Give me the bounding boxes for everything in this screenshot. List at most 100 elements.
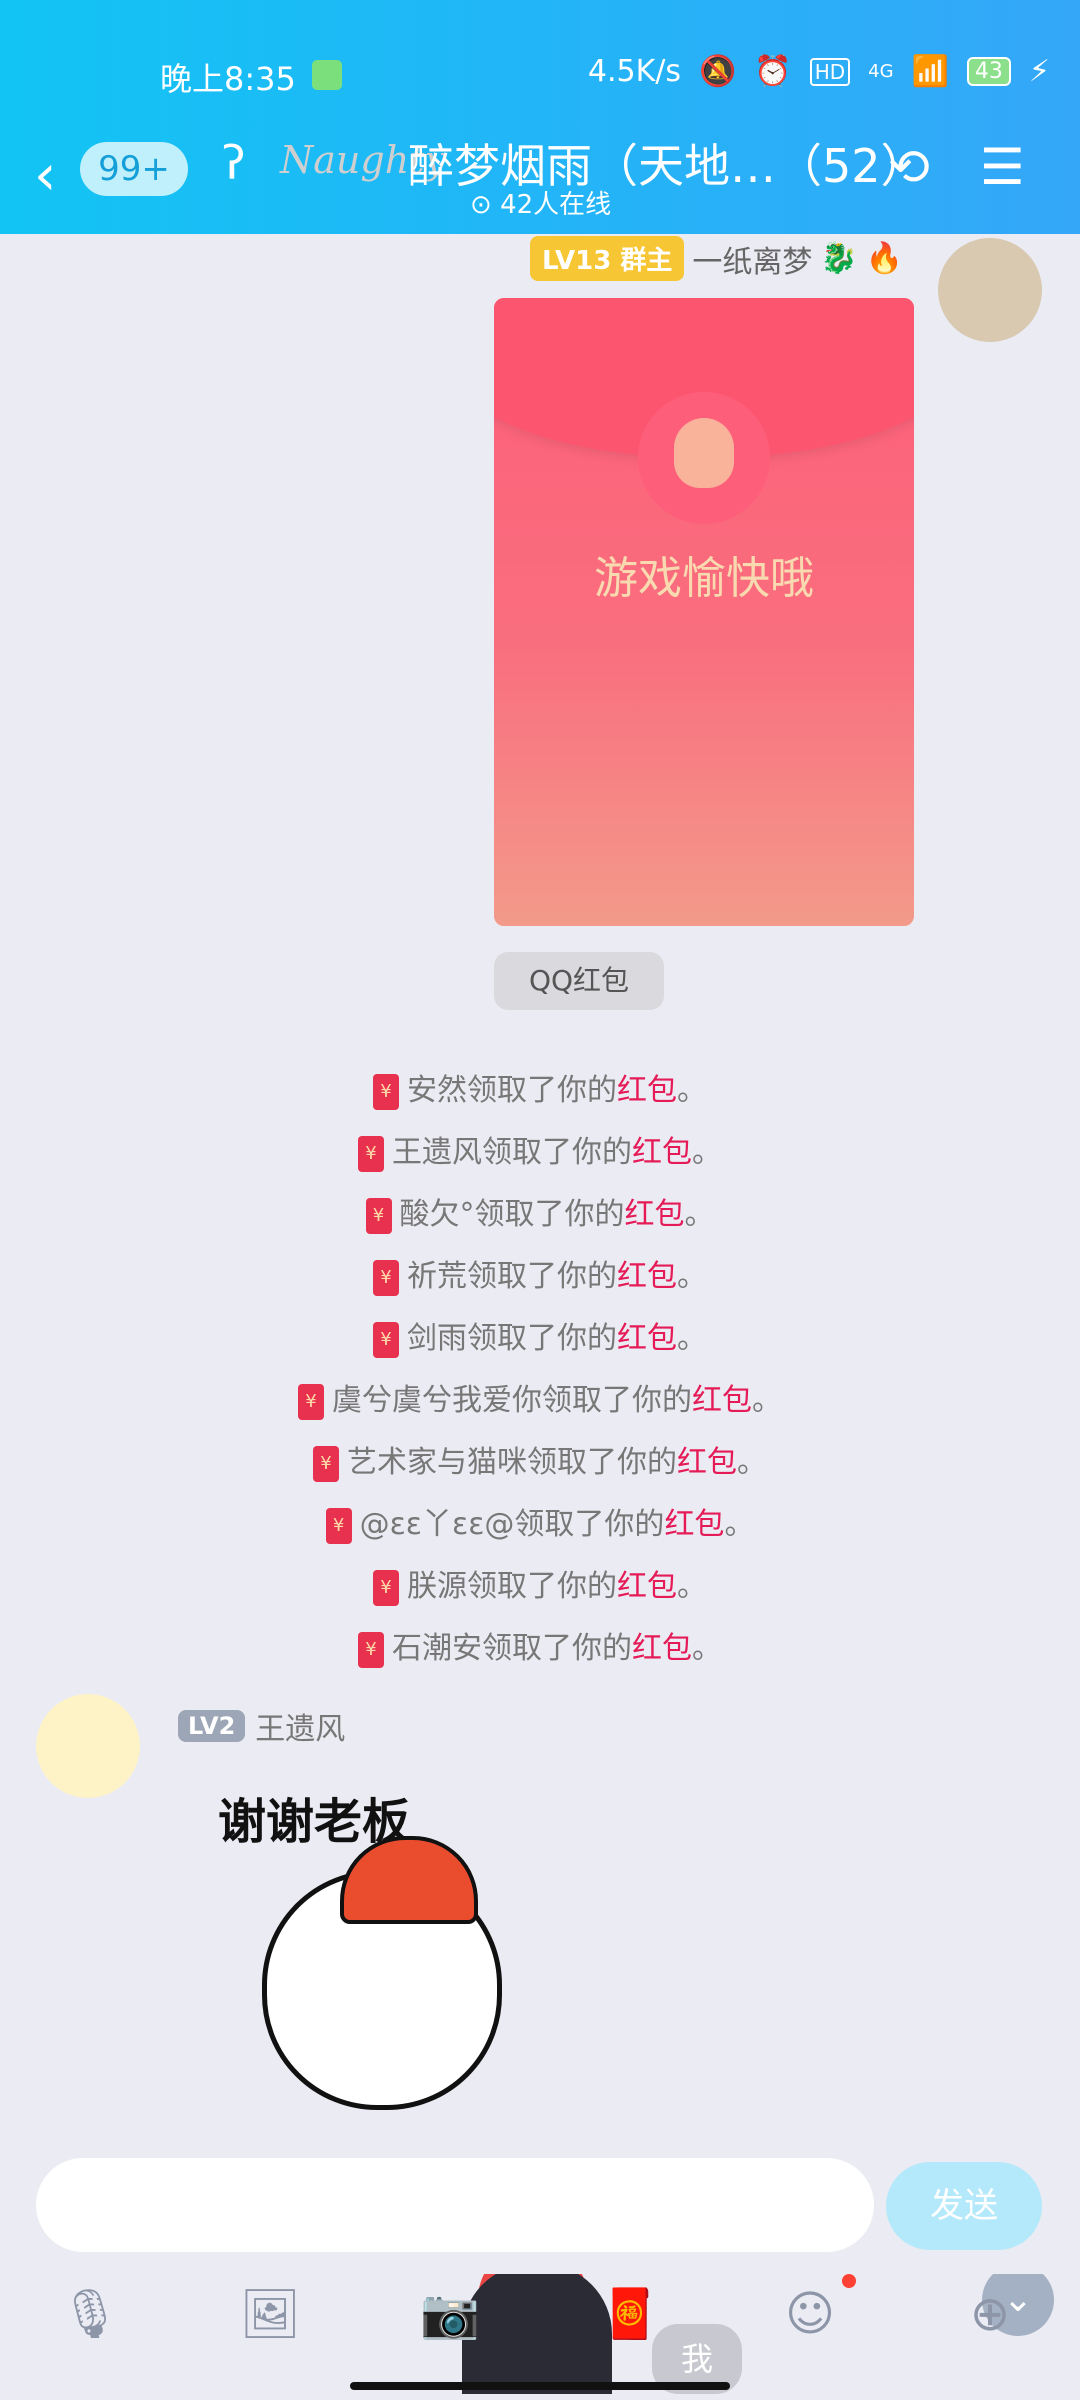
network-speed: 4.5K/s <box>587 54 681 89</box>
chat-area[interactable]: LV13 群主 一纸离梦 🐉 🔥 游戏愉快哦 QQ红包 ¥ 安然领取了你的红包。 … <box>0 234 1080 2394</box>
notice-text: 酸欠°领取了你的 <box>399 1197 625 1232</box>
notice-end: 。 <box>752 1383 782 1418</box>
notice-end: 。 <box>692 1631 722 1666</box>
chat-nav: ‹ 99+ ʔ Naughty 醉梦烟雨（天地…（52） ⊙ 42人在线 ⟲ ☰ <box>0 130 1080 230</box>
notice-end: 。 <box>692 1135 722 1170</box>
notice-link[interactable]: 红包 <box>625 1197 685 1232</box>
notice-text: @εε丫εε@领取了你的 <box>359 1507 665 1542</box>
red-packet-icon: ¥ <box>373 1321 399 1358</box>
notice-link[interactable]: 红包 <box>692 1383 752 1418</box>
camera-icon[interactable]: 📷 <box>410 2274 490 2354</box>
message-sender-bottom: LV2 王遗风 <box>178 1704 345 1748</box>
back-chevron-icon[interactable]: ‹ <box>34 148 56 204</box>
app-header: 晚上8:35 4.5K/s 🔕 ⏰ HD 4G 📶 43 ⚡ ‹ 99+ ʔ N… <box>0 0 1080 234</box>
input-bar: 发送 <box>0 2154 1080 2274</box>
notice-text: 虞兮虞兮我爱你领取了你的 <box>332 1383 692 1418</box>
notice-text: 艺术家与猫咪领取了你的 <box>347 1445 677 1480</box>
red-packet-icon: ¥ <box>313 1445 339 1482</box>
game-link-icon[interactable]: ⟲ <box>888 138 930 196</box>
claim-notice: ¥ @εε丫εε@领取了你的红包。 <box>0 1494 1080 1556</box>
status-right: 4.5K/s 🔕 ⏰ HD 4G 📶 43 ⚡ <box>588 54 1050 89</box>
menu-icon[interactable]: ☰ <box>980 138 1025 196</box>
red-packet-message[interactable]: 游戏愉快哦 <box>494 298 914 926</box>
penguin-icon <box>674 418 734 488</box>
sender-name[interactable]: 王遗风 <box>255 1704 345 1748</box>
microphone-icon[interactable]: 🎙 <box>50 2274 130 2354</box>
claim-notices: ¥ 安然领取了你的红包。 ¥ 王遗风领取了你的红包。 ¥ 酸欠°领取了你的红包。 ¥ 祈… <box>0 1060 1080 1680</box>
claim-notice: ¥ 剑雨领取了你的红包。 <box>0 1308 1080 1370</box>
red-packet-icon: ¥ <box>365 1197 392 1234</box>
fire-icon: 🔥 <box>865 241 904 276</box>
claim-notice: ¥ 祈荒领取了你的红包。 <box>0 1246 1080 1308</box>
notice-end: 。 <box>677 1259 707 1294</box>
claim-notice: ¥ 安然领取了你的红包。 <box>0 1060 1080 1122</box>
app-notification-icon <box>312 60 342 90</box>
claim-notice: ¥ 朕源领取了你的红包。 <box>0 1556 1080 1618</box>
claim-notice: ¥ 艺术家与猫咪领取了你的红包。 <box>0 1432 1080 1494</box>
sender-name[interactable]: 一纸离梦 <box>692 237 812 281</box>
notice-end: 。 <box>677 1073 707 1108</box>
notice-end: 。 <box>737 1445 767 1480</box>
mute-icon: 🔕 <box>698 54 737 89</box>
input-toolbar: 🎙 🖼 📷 🧧 ☺ ⊕ <box>0 2274 1080 2374</box>
red-packet-icon: ¥ <box>325 1507 352 1544</box>
status-time: 晚上8:35 <box>160 60 296 98</box>
ear-icon[interactable]: ʔ <box>222 136 245 190</box>
notice-end: 。 <box>677 1569 707 1604</box>
alarm-icon: ⏰ <box>754 54 792 89</box>
notice-link[interactable]: 红包 <box>617 1569 677 1604</box>
avatar[interactable] <box>938 238 1042 342</box>
online-count-label: 42人在线 <box>500 190 612 220</box>
red-packet-icon: ¥ <box>373 1569 399 1606</box>
notice-link[interactable]: 红包 <box>664 1507 724 1542</box>
notice-end: 。 <box>724 1507 755 1542</box>
red-packet-icon[interactable]: 🧧 <box>590 2274 670 2354</box>
message-input[interactable] <box>36 2158 874 2252</box>
claim-notice: ¥ 虞兮虞兮我爱你领取了你的红包。 <box>0 1370 1080 1432</box>
notice-text: 朕源领取了你的 <box>407 1569 617 1604</box>
level-badge: LV13 群主 <box>530 236 685 281</box>
notice-link[interactable]: 红包 <box>617 1259 677 1294</box>
image-icon[interactable]: 🖼 <box>230 2274 310 2354</box>
notice-end: 。 <box>684 1197 715 1232</box>
dragon-icon: 🐉 <box>820 241 858 276</box>
claim-notice: ¥ 王遗风领取了你的红包。 <box>0 1122 1080 1184</box>
battery-indicator: 43 <box>966 57 1011 86</box>
red-packet-icon: ¥ <box>373 1259 399 1296</box>
status-bar: 晚上8:35 4.5K/s 🔕 ⏰ HD 4G 📶 43 ⚡ <box>0 40 1080 110</box>
notice-link[interactable]: 红包 <box>632 1135 692 1170</box>
hd-icon: HD <box>809 57 851 86</box>
online-check-icon: ⊙ <box>470 190 492 220</box>
emoji-icon[interactable]: ☺ <box>770 2274 850 2354</box>
notice-text: 祈荒领取了你的 <box>407 1259 617 1294</box>
red-packet-icon: ¥ <box>358 1135 384 1172</box>
notice-text: 石潮安领取了你的 <box>392 1631 632 1666</box>
home-indicator[interactable] <box>350 2382 730 2390</box>
red-packet-text: 游戏愉快哦 <box>594 553 814 604</box>
level-badge: LV2 <box>178 1710 246 1742</box>
charging-icon: ⚡ <box>1028 54 1050 89</box>
notice-link[interactable]: 红包 <box>677 1445 737 1480</box>
red-packet-icon: ¥ <box>298 1383 324 1420</box>
red-packet-icon: ¥ <box>358 1631 384 1668</box>
red-packet-icon: ¥ <box>373 1073 399 1110</box>
notice-text: 王遗风领取了你的 <box>392 1135 632 1170</box>
plus-icon[interactable]: ⊕ <box>950 2274 1030 2354</box>
network-label: 4G <box>868 61 894 82</box>
notice-link[interactable]: 红包 <box>617 1321 677 1356</box>
send-button[interactable]: 发送 <box>886 2162 1042 2250</box>
notice-end: 。 <box>677 1321 707 1356</box>
emoji-notification-dot <box>842 2274 856 2288</box>
unread-count-badge[interactable]: 99+ <box>80 142 188 196</box>
online-count[interactable]: ⊙ 42人在线 <box>470 184 611 221</box>
notice-text: 安然领取了你的 <box>407 1073 617 1108</box>
signal-icon: 📶 <box>911 54 949 89</box>
claim-notice: ¥ 石潮安领取了你的红包。 <box>0 1618 1080 1680</box>
claim-notice: ¥ 酸欠°领取了你的红包。 <box>0 1184 1080 1246</box>
avatar[interactable] <box>36 1694 140 1798</box>
message-sender-top: LV13 群主 一纸离梦 🐉 🔥 <box>530 236 903 281</box>
notice-link[interactable]: 红包 <box>632 1631 692 1666</box>
notice-link[interactable]: 红包 <box>617 1073 677 1108</box>
notice-text: 剑雨领取了你的 <box>407 1321 617 1356</box>
red-packet-label: QQ红包 <box>494 952 664 1010</box>
